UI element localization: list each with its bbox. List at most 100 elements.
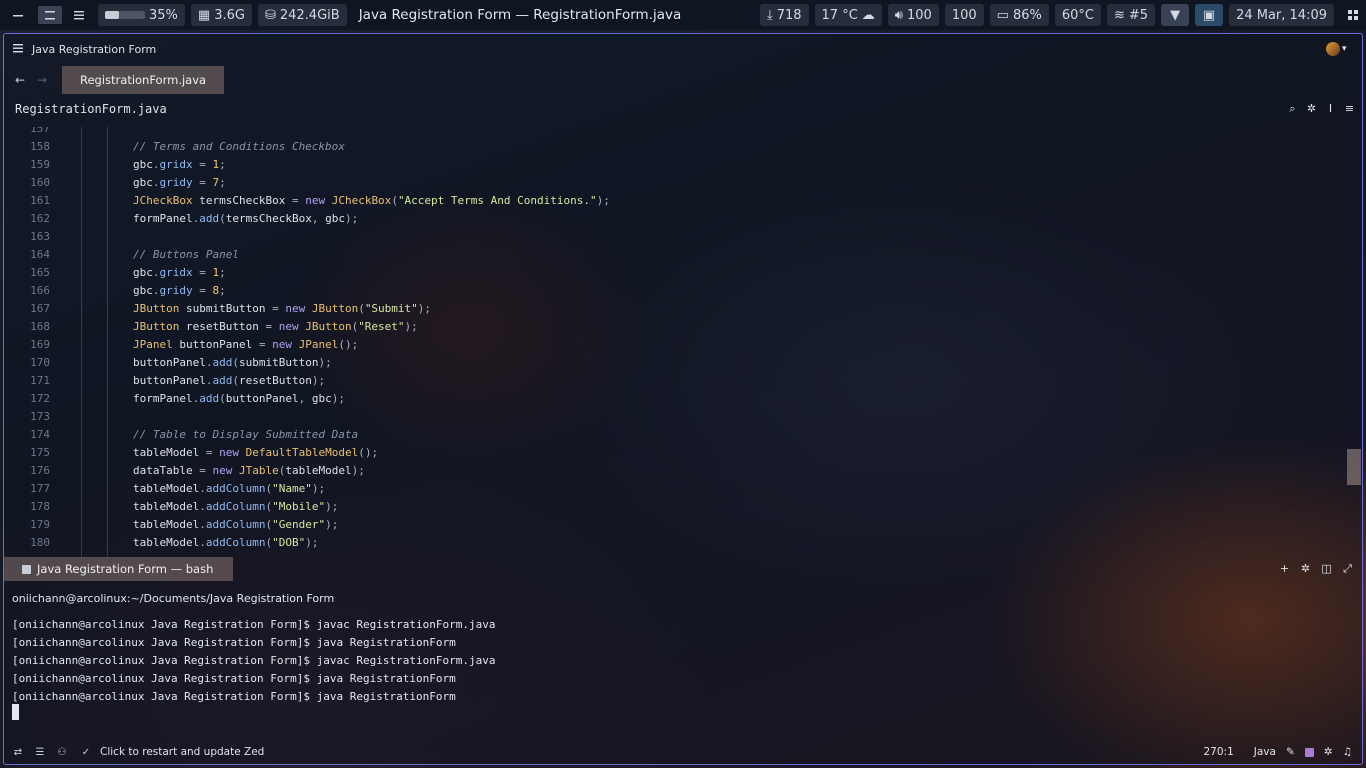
cloud-icon: ☁	[861, 7, 875, 23]
code-line[interactable]: 176 dataTable = new JTable(tableModel);	[4, 461, 1344, 479]
code-line[interactable]: 159 gbc.gridx = 1;	[4, 155, 1344, 173]
wallpaper-widget[interactable]: ▣	[1195, 4, 1224, 26]
language-selector[interactable]: Java	[1254, 746, 1276, 758]
code-line[interactable]: 167 JButton submitButton = new JButton("S…	[4, 299, 1344, 317]
datetime: 24 Mar, 14:09	[1236, 7, 1327, 23]
code-text: formPanel.add(termsCheckBox, gbc);	[133, 211, 359, 225]
code-line[interactable]: 157	[4, 127, 1344, 137]
search-icon[interactable]: ⌕	[1286, 102, 1299, 115]
code-line[interactable]: 165 gbc.gridx = 1;	[4, 263, 1344, 281]
code-line[interactable]: 160 gbc.gridy = 7;	[4, 173, 1344, 191]
disk-widget[interactable]: ⛁ 242.4GiB	[257, 4, 347, 26]
sparkle-icon[interactable]: ✲	[1305, 102, 1318, 115]
download-icon: ⤓	[766, 7, 773, 23]
code-line[interactable]: 171 buttonPanel.add(resetButton);	[4, 371, 1344, 389]
code-line[interactable]: 175 tableModel = new DefaultTableModel();	[4, 443, 1344, 461]
line-number: 165	[30, 265, 50, 279]
code-line[interactable]: 164 // Buttons Panel	[4, 245, 1344, 263]
tab-label: RegistrationForm.java	[80, 73, 207, 87]
code-line[interactable]: 158 // Terms and Conditions Checkbox	[4, 137, 1344, 155]
brightness-value: 100	[951, 7, 977, 23]
code-line[interactable]: 161 JCheckBox termsCheckBox = new JCheckB…	[4, 191, 1344, 209]
code-line[interactable]: 170 buttonPanel.add(submitButton);	[4, 353, 1344, 371]
tab-registrationform-java[interactable]: RegistrationForm.java	[62, 66, 225, 94]
split-icon[interactable]: ◫	[1320, 562, 1333, 575]
cursor-position[interactable]: 270:1	[1204, 746, 1234, 758]
terminal-output[interactable]: [oniichann@arcolinux Java Registration F…	[12, 616, 495, 706]
status-bar: ⇄ ☰ ⚇ ✓ Click to restart and update Zed …	[4, 740, 1362, 764]
code-line[interactable]: 166 gbc.gridy = 8;	[4, 281, 1344, 299]
memory-widget[interactable]: ▦ 3.6G	[190, 4, 252, 26]
code-line[interactable]: 178 tableModel.addColumn("Mobile");	[4, 497, 1344, 515]
battery-widget[interactable]: ▭ 86%	[989, 4, 1049, 26]
updates-count: 718	[776, 7, 802, 23]
code-line[interactable]: 162 formPanel.add(termsCheckBox, gbc);	[4, 209, 1344, 227]
volume-widget[interactable]: 🔊︎ 100	[887, 4, 939, 26]
bell-icon[interactable]: ♫	[1343, 746, 1352, 758]
breadcrumb[interactable]: RegistrationForm.java	[15, 102, 167, 116]
cpu-usage-bar	[105, 11, 145, 19]
code-line[interactable]: 177 tableModel.addColumn("Name");	[4, 479, 1344, 497]
grid-menu-icon[interactable]	[1340, 0, 1366, 30]
forward-arrow-icon[interactable]: →	[32, 70, 52, 90]
line-number: 158	[30, 139, 50, 153]
brightness-widget[interactable]: 100	[944, 4, 984, 26]
network-widget[interactable]: ≋ #5	[1106, 4, 1156, 26]
updates-widget[interactable]: ⤓ 718	[759, 4, 809, 26]
code-editor[interactable]: 157 158// Terms and Conditions Checkbox 15…	[4, 127, 1362, 557]
settings-sliders-icon[interactable]: ≡	[1343, 102, 1356, 115]
code-text: tableModel.addColumn("Name");	[133, 481, 326, 495]
code-line[interactable]: 180 tableModel.addColumn("DOB");	[4, 533, 1344, 551]
code-line[interactable]: 179 tableModel.addColumn("Gender");	[4, 515, 1344, 533]
code-line[interactable]: 172 formPanel.add(buttonPanel, gbc);	[4, 389, 1344, 407]
code-line[interactable]: 174 // Table to Display Submitted Data	[4, 425, 1344, 443]
check-icon[interactable]: ✓	[78, 744, 94, 760]
code-line[interactable]: 173	[4, 407, 1344, 425]
code-text: gbc.gridx = 1;	[133, 265, 226, 279]
code-text: buttonPanel.add(submitButton);	[133, 355, 332, 369]
line-number: 157	[30, 127, 50, 135]
temperature-widget[interactable]: 60°C	[1054, 4, 1101, 26]
code-text: tableModel = new DefaultTableModel();	[133, 445, 379, 459]
collab-icon[interactable]: ⚇	[54, 744, 70, 760]
code-line[interactable]: 163	[4, 227, 1344, 245]
minimize-icon[interactable]	[0, 0, 36, 30]
cpu-widget[interactable]: 35%	[98, 4, 185, 26]
text-cursor-icon[interactable]: I	[1324, 102, 1337, 115]
user-menu[interactable]: ▾	[1326, 41, 1356, 57]
scrollbar-thumb[interactable]	[1347, 449, 1361, 485]
copilot-icon[interactable]	[1304, 747, 1314, 757]
clock-widget[interactable]: 24 Mar, 14:09	[1229, 4, 1334, 26]
code-text: gbc.gridx = 1;	[133, 157, 226, 171]
sparkle-icon[interactable]: ✲	[1324, 746, 1333, 758]
code-line[interactable]: 168 JButton resetButton = new JButton("Re…	[4, 317, 1344, 335]
maximize-icon[interactable]: ⤢	[1341, 562, 1354, 575]
terminal-line: [oniichann@arcolinux Java Registration F…	[12, 672, 456, 685]
code-text: formPanel.add(buttonPanel, gbc);	[133, 391, 345, 405]
window-switch-icon[interactable]	[36, 0, 64, 30]
titlebar: Java Registration Form ▾	[4, 34, 1362, 64]
project-name[interactable]: Java Registration Form	[32, 43, 156, 56]
vpn-widget[interactable]: ▼	[1161, 4, 1190, 26]
code-text: // Terms and Conditions Checkbox	[133, 139, 345, 153]
weather-widget[interactable]: 17 °C ☁	[814, 4, 882, 26]
app-menu-icon[interactable]	[12, 42, 24, 57]
code-line[interactable]: 169 JPanel buttonPanel = new JPanel();	[4, 335, 1344, 353]
system-bar: 35% ▦ 3.6G ⛁ 242.4GiB Java Registration …	[0, 0, 1366, 30]
sparkle-icon[interactable]: ✲	[1299, 562, 1312, 575]
assistant-icon[interactable]: ✎	[1286, 746, 1295, 758]
battery-value: 86%	[1012, 7, 1042, 23]
line-number: 161	[30, 193, 50, 207]
line-number: 166	[30, 283, 50, 297]
disk-icon: ⛁	[264, 7, 276, 23]
project-panel-icon[interactable]: ⇄	[10, 744, 26, 760]
back-arrow-icon[interactable]: ←	[10, 70, 30, 90]
code-text: gbc.gridy = 8;	[133, 283, 226, 297]
update-message[interactable]: Click to restart and update Zed	[100, 746, 264, 758]
hamburger-icon[interactable]	[64, 0, 94, 30]
terminal-tab[interactable]: Java Registration Form — bash	[4, 557, 234, 581]
plus-icon[interactable]: +	[1278, 562, 1291, 575]
outline-icon[interactable]: ☰	[32, 744, 48, 760]
window-title: Java Registration Form — RegistrationFor…	[358, 7, 682, 23]
memory-icon: ▦	[197, 7, 211, 23]
